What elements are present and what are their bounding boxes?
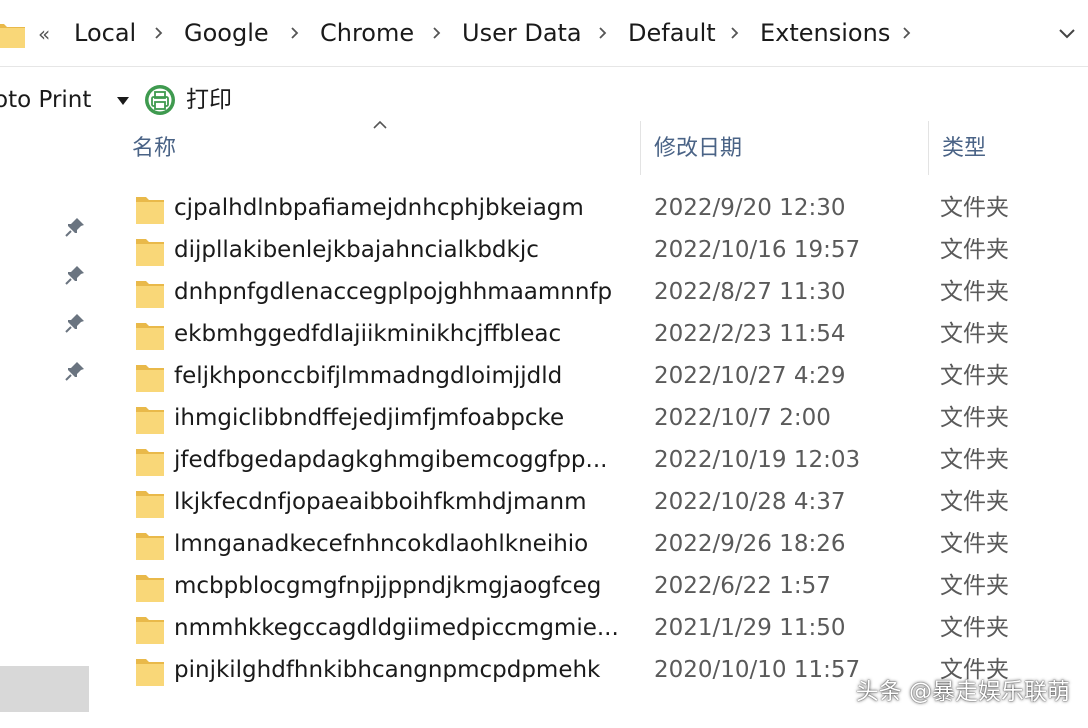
file-name: nmmhkkegccagdldgiimedpiccmgmie... <box>174 615 619 641</box>
chevron-right-icon[interactable] <box>286 19 304 47</box>
file-row[interactable]: lkjkfecdnfjopaeaibboihfkmhdjmanm 2022/10… <box>110 482 1088 524</box>
file-name: lkjkfecdnfjopaeaibboihfkmhdjmanm <box>174 489 587 515</box>
file-name: ekbmhggedfdlajiikminikhcjffbleac <box>174 321 562 347</box>
navigation-pane[interactable] <box>0 121 100 728</box>
file-date: 2022/6/22 1:57 <box>654 573 831 599</box>
file-name: lmnganadkecefnhncokdlaohlkneihio <box>174 531 589 557</box>
folder-icon <box>136 617 164 644</box>
file-date: 2022/8/27 11:30 <box>654 279 846 305</box>
pin-icon[interactable] <box>62 214 88 240</box>
file-date: 2022/10/28 4:37 <box>654 489 846 515</box>
breadcrumb-item-google[interactable]: Google <box>184 17 269 49</box>
file-name: jfedfbgedapdagkghmgibemcoggfpp... <box>174 447 608 473</box>
chevron-down-icon[interactable] <box>114 94 132 108</box>
file-type: 文件夹 <box>940 363 1009 389</box>
folder-icon <box>136 449 164 476</box>
folder-icon <box>136 281 164 308</box>
file-row[interactable]: feljkhponccbifjlmmadngdloimjjdld 2022/10… <box>110 356 1088 398</box>
file-type: 文件夹 <box>940 573 1009 599</box>
folder-icon <box>0 24 25 48</box>
file-name: dijpllakibenlejkbajahncialkbdkjc <box>174 237 539 263</box>
chevron-down-icon[interactable] <box>1052 22 1082 46</box>
folder-icon <box>136 323 164 350</box>
watermark: 头条 @暴走娱乐联萌 <box>855 679 1070 705</box>
folder-icon <box>136 239 164 266</box>
file-row[interactable]: jfedfbgedapdagkghmgibemcoggfpp... 2022/1… <box>110 440 1088 482</box>
breadcrumb-item-extensions[interactable]: Extensions <box>760 17 890 49</box>
folder-icon <box>136 575 164 602</box>
file-row[interactable]: nmmhkkegccagdldgiimedpiccmgmie... 2021/1… <box>110 608 1088 650</box>
folder-icon <box>136 533 164 560</box>
sort-ascending-icon <box>373 120 387 129</box>
file-date: 2020/10/10 11:57 <box>654 657 861 683</box>
file-name: cjpalhdlnbpafiamejdnhcphjbkeiagm <box>174 195 584 221</box>
navigation-scrollbar-thumb[interactable] <box>0 666 89 712</box>
file-type: 文件夹 <box>940 447 1009 473</box>
column-divider[interactable] <box>928 121 929 175</box>
file-row[interactable]: ekbmhggedfdlajiikminikhcjffbleac 2022/2/… <box>110 314 1088 356</box>
pin-icon[interactable] <box>62 262 88 288</box>
file-name: ihmgiclibbndffejedjimfjmfoabpcke <box>174 405 565 431</box>
chevron-right-icon[interactable] <box>150 19 168 47</box>
file-type: 文件夹 <box>940 279 1009 305</box>
file-date: 2021/1/29 11:50 <box>654 615 846 641</box>
file-type: 文件夹 <box>940 321 1009 347</box>
column-header-name[interactable]: 名称 <box>132 133 176 165</box>
file-date: 2022/10/19 12:03 <box>654 447 861 473</box>
file-row[interactable]: cjpalhdlnbpafiamejdnhcphjbkeiagm 2022/9/… <box>110 188 1088 230</box>
file-row[interactable]: lmnganadkecefnhncokdlaohlkneihio 2022/9/… <box>110 524 1088 566</box>
file-row[interactable]: mcbpblocgmgfnpjjppndjkmgjaogfceg 2022/6/… <box>110 566 1088 608</box>
file-name: dnhpnfgdlenaccegplpojghhmaamnnfp <box>174 279 613 305</box>
file-name: pinjkilghdfhnkibhcangnpmcpdpmehk <box>174 657 601 683</box>
pin-icon[interactable] <box>62 310 88 336</box>
chevron-right-icon[interactable] <box>898 19 916 47</box>
pin-icon[interactable] <box>62 358 88 384</box>
file-row[interactable]: ihmgiclibbndffejedjimfjmfoabpcke 2022/10… <box>110 398 1088 440</box>
folder-icon <box>136 197 164 224</box>
folder-icon <box>136 365 164 392</box>
file-type: 文件夹 <box>940 195 1009 221</box>
chevron-right-icon[interactable] <box>594 19 612 47</box>
file-type: 文件夹 <box>940 615 1009 641</box>
file-type: 文件夹 <box>940 405 1009 431</box>
photo-print-button[interactable]: oto Print <box>0 84 91 116</box>
folder-icon <box>136 407 164 434</box>
file-name: mcbpblocgmgfnpjjppndjkmgjaogfceg <box>174 573 602 599</box>
breadcrumb-item-chrome[interactable]: Chrome <box>320 17 414 49</box>
column-header-date[interactable]: 修改日期 <box>654 133 742 165</box>
file-type: 文件夹 <box>940 531 1009 557</box>
breadcrumb-item-user-data[interactable]: User Data <box>462 17 582 49</box>
breadcrumb-item-default[interactable]: Default <box>628 17 716 49</box>
file-row[interactable]: dnhpnfgdlenaccegplpojghhmaamnnfp 2022/8/… <box>110 272 1088 314</box>
file-date: 2022/9/26 18:26 <box>654 531 846 557</box>
file-date: 2022/10/16 19:57 <box>654 237 861 263</box>
printer-icon[interactable] <box>144 84 176 116</box>
file-date: 2022/10/27 4:29 <box>654 363 846 389</box>
breadcrumb-item-local[interactable]: Local <box>74 17 136 49</box>
column-header-type[interactable]: 类型 <box>942 133 986 165</box>
chevron-right-icon[interactable] <box>428 19 446 47</box>
file-type: 文件夹 <box>940 237 1009 263</box>
folder-icon <box>136 659 164 686</box>
file-name: feljkhponccbifjlmmadngdloimjjdld <box>174 363 563 389</box>
file-row[interactable]: dijpllakibenlejkbajahncialkbdkjc 2022/10… <box>110 230 1088 272</box>
column-divider[interactable] <box>640 121 641 175</box>
file-date: 2022/10/7 2:00 <box>654 405 831 431</box>
print-button[interactable]: 打印 <box>186 84 232 116</box>
file-date: 2022/9/20 12:30 <box>654 195 846 221</box>
chevron-right-icon[interactable] <box>726 19 744 47</box>
file-type: 文件夹 <box>940 489 1009 515</box>
file-date: 2022/2/23 11:54 <box>654 321 846 347</box>
folder-icon <box>136 491 164 518</box>
breadcrumb-overflow-button[interactable]: « <box>38 22 50 46</box>
